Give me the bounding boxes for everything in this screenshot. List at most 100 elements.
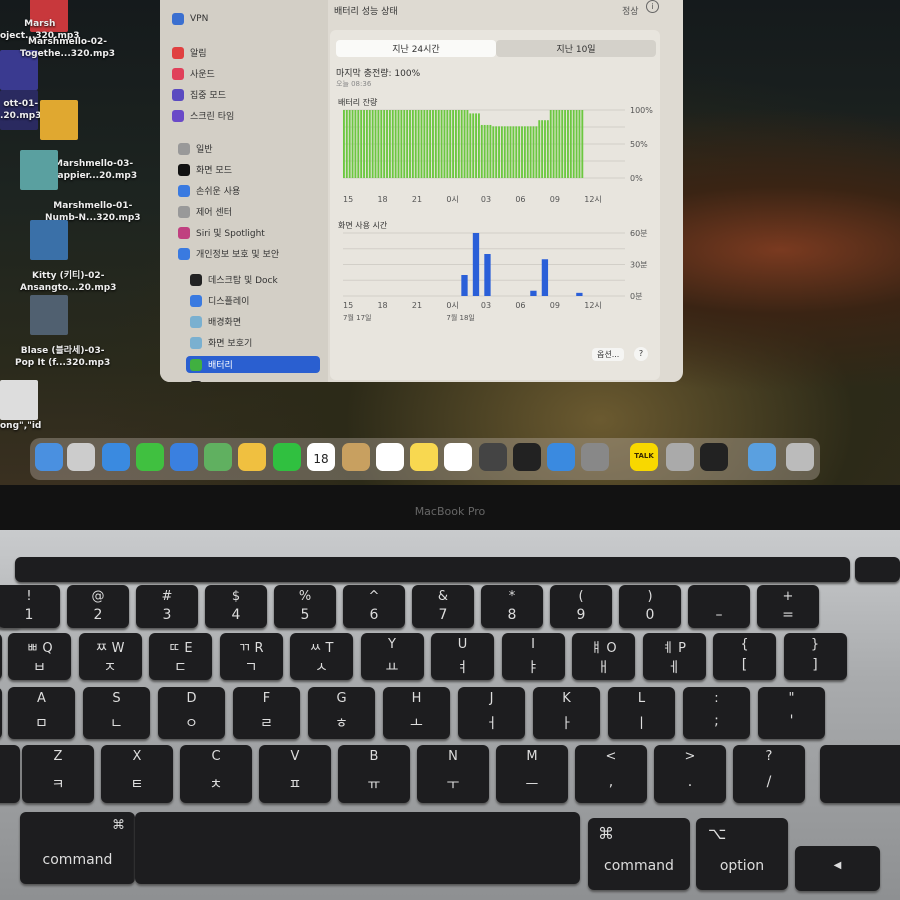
- mail-icon[interactable]: [170, 443, 198, 471]
- key[interactable]: & 7: [412, 585, 474, 628]
- key[interactable]: (9: [550, 585, 612, 628]
- downloads-folder-icon[interactable]: [748, 443, 776, 471]
- file-thumbnail[interactable]: [30, 295, 68, 335]
- sidebar-item[interactable]: 데스크탑 및 Dock: [186, 271, 320, 288]
- key[interactable]: " ': [758, 687, 825, 739]
- sidebar-item[interactable]: 화면 모드: [174, 161, 320, 178]
- option-right-key[interactable]: ⌥ option: [696, 818, 788, 890]
- desktop-file[interactable]: Kitty (키티)-02- Ansangto...20.mp3: [20, 270, 116, 294]
- function-row[interactable]: [15, 557, 850, 582]
- unity-icon[interactable]: [700, 443, 728, 471]
- key[interactable]: Jㅓ: [458, 687, 525, 739]
- key[interactable]: @2: [67, 585, 129, 628]
- sidebar-item[interactable]: Siri 및 Spotlight: [174, 224, 320, 241]
- sidebar-item[interactable]: 사운드: [168, 65, 320, 82]
- chess-icon[interactable]: [479, 443, 507, 471]
- key[interactable]: ) 0: [619, 585, 681, 628]
- kakaotalk-icon[interactable]: TALK: [630, 443, 658, 471]
- sidebar-item[interactable]: VPN: [168, 10, 320, 27]
- key[interactable]: –: [688, 585, 750, 628]
- sidebar-item[interactable]: 개인정보 보호 및 보안: [174, 245, 320, 262]
- photos-icon[interactable]: [238, 443, 266, 471]
- key[interactable]: Nㅜ: [417, 745, 489, 803]
- utility-icon[interactable]: [666, 443, 694, 471]
- key[interactable]: ㅉ W ㅈ: [78, 633, 142, 680]
- key[interactable]: Mㅡ: [496, 745, 568, 803]
- sidebar-item[interactable]: 화면 보호기: [186, 334, 320, 351]
- key[interactable]: Hㅗ: [383, 687, 450, 739]
- desktop-file[interactable]: Marshmello-03- Happier...20.mp3: [50, 158, 137, 182]
- key[interactable]: ㄲ R ㄱ: [219, 633, 283, 680]
- key[interactable]: ? /: [733, 745, 805, 803]
- key[interactable]: :;: [683, 687, 750, 739]
- key[interactable]: Sㄴ: [83, 687, 150, 739]
- arrow-left-key[interactable]: ◀: [795, 846, 880, 891]
- key[interactable]: + =: [757, 585, 819, 628]
- sidebar-item[interactable]: 배터리: [186, 356, 320, 373]
- shift-right-key[interactable]: [820, 745, 900, 803]
- sidebar-item[interactable]: 배경화면: [186, 313, 320, 330]
- command-right-key[interactable]: ⌘ command: [588, 818, 690, 890]
- key[interactable]: Cㅊ: [180, 745, 252, 803]
- key[interactable]: Vㅍ: [259, 745, 331, 803]
- sidebar-item[interactable]: 손쉬운 사용: [174, 182, 320, 199]
- shift-left-key[interactable]: [0, 745, 20, 803]
- file-thumbnail[interactable]: [0, 380, 38, 420]
- key[interactable]: Gㅎ: [308, 687, 375, 739]
- finder-icon[interactable]: [35, 443, 63, 471]
- key[interactable]: ㅃ Q ㅂ: [8, 633, 71, 680]
- sidebar-item[interactable]: 스크린 타임: [168, 107, 320, 124]
- desktop-file[interactable]: ong","id: [0, 420, 41, 432]
- file-thumbnail[interactable]: [30, 220, 68, 260]
- key[interactable]: Aㅁ: [8, 687, 75, 739]
- key[interactable]: >.: [654, 745, 726, 803]
- key[interactable]: Zㅋ: [22, 745, 94, 803]
- key[interactable]: ㅆ T ㅅ: [290, 633, 353, 680]
- key[interactable]: Kㅏ: [533, 687, 600, 739]
- key[interactable]: Fㄹ: [233, 687, 300, 739]
- desktop-file[interactable]: Marshmello-02- Togethe...320.mp3: [20, 36, 115, 60]
- key[interactable]: ㅒ O ㅐ: [572, 633, 635, 680]
- launchpad-icon[interactable]: [67, 443, 95, 471]
- mission-control-icon[interactable]: [513, 443, 541, 471]
- system-settings-icon[interactable]: [581, 443, 609, 471]
- sidebar-item[interactable]: 디스플레이: [186, 292, 320, 309]
- trash-icon[interactable]: [786, 443, 814, 471]
- messages-icon[interactable]: [136, 443, 164, 471]
- file-thumbnail[interactable]: [40, 100, 78, 140]
- freeform-icon[interactable]: [444, 443, 472, 471]
- key[interactable]: }]: [783, 633, 847, 680]
- key[interactable]: Xㅌ: [101, 745, 173, 803]
- key[interactable]: <,: [575, 745, 647, 803]
- sidebar-item[interactable]: 집중 모드: [168, 86, 320, 103]
- key[interactable]: Uㅕ: [431, 633, 494, 680]
- tab-key[interactable]: [0, 633, 2, 680]
- desktop-file[interactable]: ott-01- .20.mp3: [0, 98, 41, 122]
- safari-icon[interactable]: [102, 443, 130, 471]
- key[interactable]: ㄸ E ㄷ: [149, 633, 212, 680]
- help-button[interactable]: ?: [634, 347, 648, 361]
- space-bar[interactable]: [135, 812, 580, 884]
- desktop-file[interactable]: Blase (블라세)-03- Pop It (f...320.mp3: [15, 345, 110, 369]
- key[interactable]: Dㅇ: [158, 687, 225, 739]
- key[interactable]: ^ 6: [343, 585, 405, 628]
- reminders-icon[interactable]: [376, 443, 404, 471]
- caps-lock-key[interactable]: [0, 687, 2, 739]
- key[interactable]: $4: [205, 585, 267, 628]
- info-icon[interactable]: i: [646, 0, 659, 13]
- key[interactable]: * 8: [481, 585, 543, 628]
- calendar-icon[interactable]: 18: [307, 443, 335, 471]
- sidebar-item[interactable]: 알림: [168, 44, 320, 61]
- sidebar-item[interactable]: 제어 센터: [174, 203, 320, 220]
- key[interactable]: ! 1: [0, 585, 60, 628]
- contacts-icon[interactable]: [342, 443, 370, 471]
- key[interactable]: Yㅛ: [360, 633, 424, 680]
- key[interactable]: % 5: [274, 585, 336, 628]
- key[interactable]: Iㅑ: [501, 633, 565, 680]
- sidebar-item[interactable]: 잠금 화면: [186, 378, 320, 382]
- key[interactable]: {[: [713, 633, 776, 680]
- options-button[interactable]: 옵션...: [592, 348, 625, 361]
- key[interactable]: ㅖ P ㅔ: [642, 633, 706, 680]
- command-left-key[interactable]: ⌘ command: [20, 812, 135, 884]
- key[interactable]: Bㅠ: [338, 745, 410, 803]
